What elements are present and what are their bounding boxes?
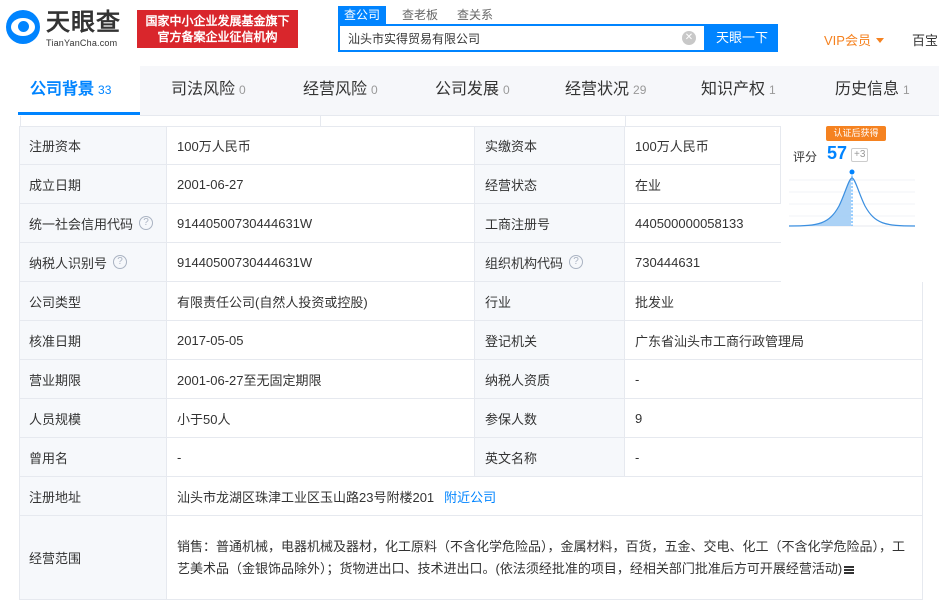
search-tab-company[interactable]: 查公司 — [338, 6, 387, 24]
tab-label: 司法风险 — [171, 81, 236, 98]
caret-down-icon — [875, 38, 884, 43]
value-paid-capital: 100万人民币 — [625, 126, 781, 165]
tab-count: 33 — [98, 83, 112, 97]
site-header: 天眼查 TianYanCha.com 国家中小企业发展基金旗下 官方备案企业征信… — [0, 0, 939, 66]
value-english-name: - — [625, 438, 923, 477]
logo-name: 天眼查 — [46, 9, 121, 36]
value-authority: 广东省汕头市工商行政管理局 — [625, 321, 923, 360]
value-industry: 批发业 — [625, 282, 923, 321]
help-icon[interactable]: ? — [139, 216, 154, 230]
label-status: 经营状态 — [475, 165, 625, 204]
nearby-companies-link[interactable]: 附近公司 — [444, 487, 496, 506]
label-paid-capital: 实缴资本 — [475, 126, 625, 165]
label-credit-code: 统一社会信用代码? — [19, 204, 167, 243]
value-reg-capital: 100万人民币 — [167, 126, 475, 165]
label-text: 统一社会信用代码 — [29, 216, 134, 232]
label-english-name: 英文名称 — [475, 438, 625, 477]
search-box: ✕ — [338, 24, 706, 52]
label-text: 纳税人识别号 — [29, 255, 108, 271]
label-org-code: 组织机构代码? — [475, 243, 625, 282]
label-reg-no: 工商注册号 — [475, 204, 625, 243]
tab-count: 1 — [769, 83, 776, 97]
search-button[interactable]: 天眼一下 — [706, 24, 778, 52]
tab-count: 1 — [903, 83, 910, 97]
label-found-date: 成立日期 — [19, 165, 167, 204]
help-icon[interactable]: ? — [569, 255, 584, 269]
label-industry: 行业 — [475, 282, 625, 321]
value-staff: 小于50人 — [167, 399, 475, 438]
value-approve-date: 2017-05-05 — [167, 321, 475, 360]
label-company-type: 公司类型 — [19, 282, 167, 321]
tab-development[interactable]: 公司发展 0 — [435, 66, 510, 116]
label-reg-capital: 注册资本 — [19, 126, 167, 165]
baibao-menu[interactable]: 百宝 — [912, 30, 938, 49]
address-text: 汕头市龙湖区珠津工业区玉山路23号附楼201 — [177, 489, 435, 505]
logo[interactable]: 天眼查 TianYanCha.com — [6, 8, 130, 50]
search-input[interactable] — [340, 26, 680, 50]
tab-operation-risk[interactable]: 经营风险 0 — [303, 66, 378, 116]
score-value: 57 — [827, 143, 848, 163]
section-tabs: 公司背景 33 司法风险 0 经营风险 0 公司发展 0 经营状况 29 知识产权 1 历史… — [0, 66, 939, 116]
value-former-name: - — [167, 438, 475, 477]
tab-label: 知识产权 — [701, 81, 766, 98]
label-term: 营业期限 — [19, 360, 167, 399]
section-divider — [0, 116, 939, 126]
tab-count: 29 — [633, 83, 647, 97]
label-former-name: 曾用名 — [19, 438, 167, 477]
score-card[interactable]: 认证后获得 评分 57 +3 — [781, 126, 923, 282]
label-text: 组织机构代码 — [485, 255, 564, 271]
tab-label: 历史信息 — [835, 81, 900, 98]
value-company-type: 有限责任公司(自然人投资或控股) — [167, 282, 475, 321]
score-marker-dot — [849, 169, 855, 175]
value-tax-qual: - — [625, 360, 923, 399]
label-tax-qual: 纳税人资质 — [475, 360, 625, 399]
value-status: 在业 — [625, 165, 781, 204]
value-credit-code: 91440500730444631W — [167, 204, 475, 243]
value-address: 汕头市龙湖区珠津工业区玉山路23号附楼201 附近公司 — [167, 477, 923, 516]
search-tab-boss[interactable]: 查老板 — [402, 6, 438, 24]
tab-label: 公司背景 — [30, 81, 95, 98]
vip-label: VIP会员 — [824, 33, 871, 48]
label-scope: 经营范围 — [19, 516, 167, 600]
label-authority: 登记机关 — [475, 321, 625, 360]
value-term: 2001-06-27至无固定期限 — [167, 360, 475, 399]
value-scope: 销售：普通机械，电器机械及器材，化工原料（不含化学危险品），金属材料，百货，五金… — [167, 516, 923, 600]
scope-text: 销售：普通机械，电器机械及器材，化工原料（不含化学危险品），金属材料，百货，五金… — [177, 538, 906, 576]
expand-icon[interactable] — [844, 565, 855, 574]
logo-domain: TianYanCha.com — [46, 38, 118, 48]
vip-menu[interactable]: VIP会员 — [824, 30, 884, 49]
search-tab-relation[interactable]: 查关系 — [457, 6, 493, 24]
help-icon[interactable]: ? — [113, 255, 128, 269]
distribution-area — [789, 180, 851, 226]
clear-icon[interactable]: ✕ — [682, 31, 696, 45]
score-distribution-chart — [789, 169, 915, 227]
active-tab-underline — [18, 112, 140, 115]
tab-count: 0 — [239, 83, 246, 97]
value-taxpayer-id: 91440500730444631W — [167, 243, 475, 282]
score-label: 评分 — [793, 150, 818, 164]
value-found-date: 2001-06-27 — [167, 165, 475, 204]
tab-label: 公司发展 — [435, 81, 500, 98]
label-insured: 参保人数 — [475, 399, 625, 438]
certify-tag: 认证后获得 — [826, 126, 886, 141]
eye-logo-icon — [6, 10, 40, 44]
tab-label: 经营状况 — [565, 81, 630, 98]
tab-business-status[interactable]: 经营状况 29 — [565, 66, 646, 116]
tab-label: 经营风险 — [303, 81, 368, 98]
label-approve-date: 核准日期 — [19, 321, 167, 360]
badge-line-2: 官方备案企业征信机构 — [157, 30, 278, 44]
credit-agency-badge[interactable]: 国家中小企业发展基金旗下 官方备案企业征信机构 — [137, 10, 298, 48]
tab-count: 0 — [371, 83, 378, 97]
badge-line-1: 国家中小企业发展基金旗下 — [145, 14, 290, 28]
value-insured: 9 — [625, 399, 923, 438]
label-staff: 人员规模 — [19, 399, 167, 438]
tab-legal-risk[interactable]: 司法风险 0 — [171, 66, 246, 116]
tab-intellectual-property[interactable]: 知识产权 1 — [701, 66, 776, 116]
tab-count: 0 — [503, 83, 510, 97]
tab-history[interactable]: 历史信息 1 — [835, 66, 910, 116]
tab-company-background[interactable]: 公司背景 33 — [30, 66, 112, 116]
label-address: 注册地址 — [19, 477, 167, 516]
label-taxpayer-id: 纳税人识别号? — [19, 243, 167, 282]
score-delta: +3 — [851, 148, 869, 162]
